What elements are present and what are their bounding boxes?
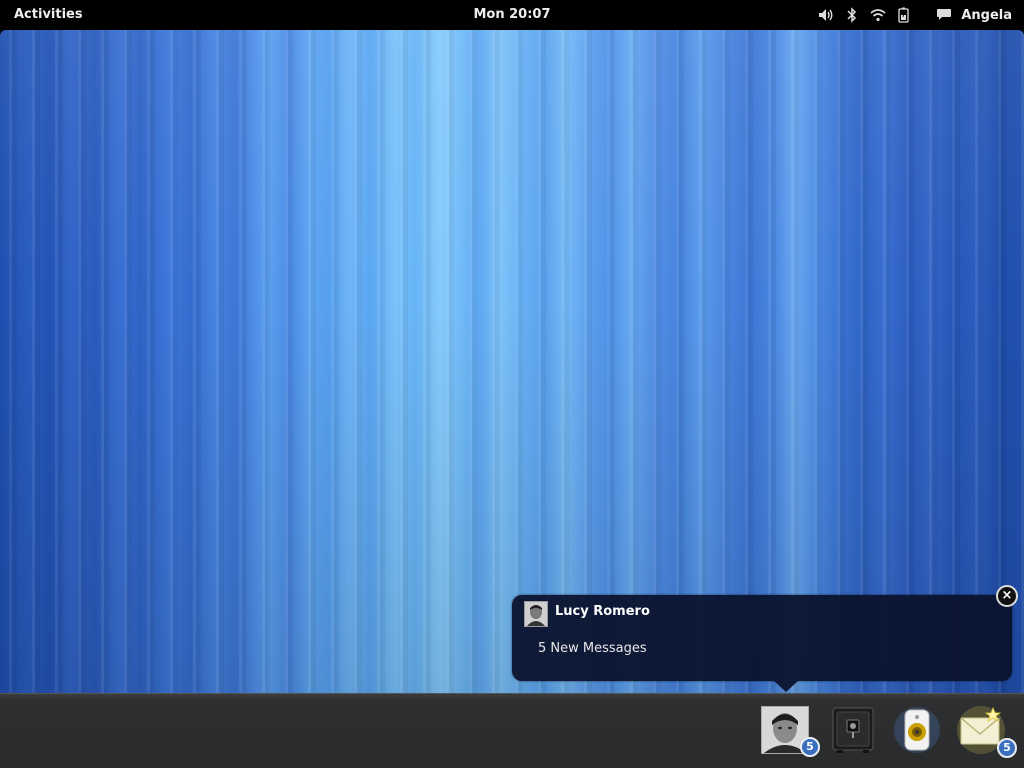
speaker-icon bbox=[894, 707, 940, 753]
wifi-icon[interactable] bbox=[869, 6, 887, 24]
avatar bbox=[524, 601, 548, 627]
message-tray: 5 5 bbox=[0, 693, 1024, 768]
volume-icon[interactable] bbox=[817, 6, 835, 24]
notification-title: Lucy Romero bbox=[555, 604, 650, 619]
music-player-button[interactable] bbox=[893, 706, 941, 754]
wallpaper-stripes bbox=[0, 30, 1024, 693]
user-menu[interactable]: Angela bbox=[935, 6, 1012, 24]
desktop-wallpaper bbox=[0, 30, 1024, 693]
clock-label[interactable]: Mon 20:07 bbox=[473, 7, 550, 22]
chat-icon bbox=[935, 6, 953, 24]
user-name: Angela bbox=[961, 7, 1012, 23]
close-icon[interactable]: × bbox=[996, 585, 1018, 607]
battery-icon[interactable] bbox=[895, 6, 913, 24]
mail-app-button[interactable]: 5 bbox=[957, 706, 1017, 758]
notification-body: 5 New Messages bbox=[538, 641, 647, 656]
safe-app-button[interactable] bbox=[831, 706, 879, 754]
unread-count-badge: 5 bbox=[997, 738, 1017, 758]
activities-button[interactable]: Activities bbox=[14, 7, 83, 22]
notification-pointer bbox=[774, 681, 798, 692]
top-bar: Activities Mon 20:07 Angela bbox=[0, 0, 1024, 30]
safe-icon bbox=[832, 707, 874, 753]
unread-count-badge: 5 bbox=[800, 737, 820, 757]
desktop-screen: Activities Mon 20:07 Angela Lucy Romero … bbox=[0, 0, 1024, 768]
message-notification[interactable]: Lucy Romero 5 New Messages bbox=[512, 595, 1012, 692]
status-area: Angela bbox=[809, 5, 1012, 25]
contact-lucy-romero-button[interactable]: 5 bbox=[761, 706, 820, 757]
bluetooth-icon[interactable] bbox=[843, 6, 861, 24]
